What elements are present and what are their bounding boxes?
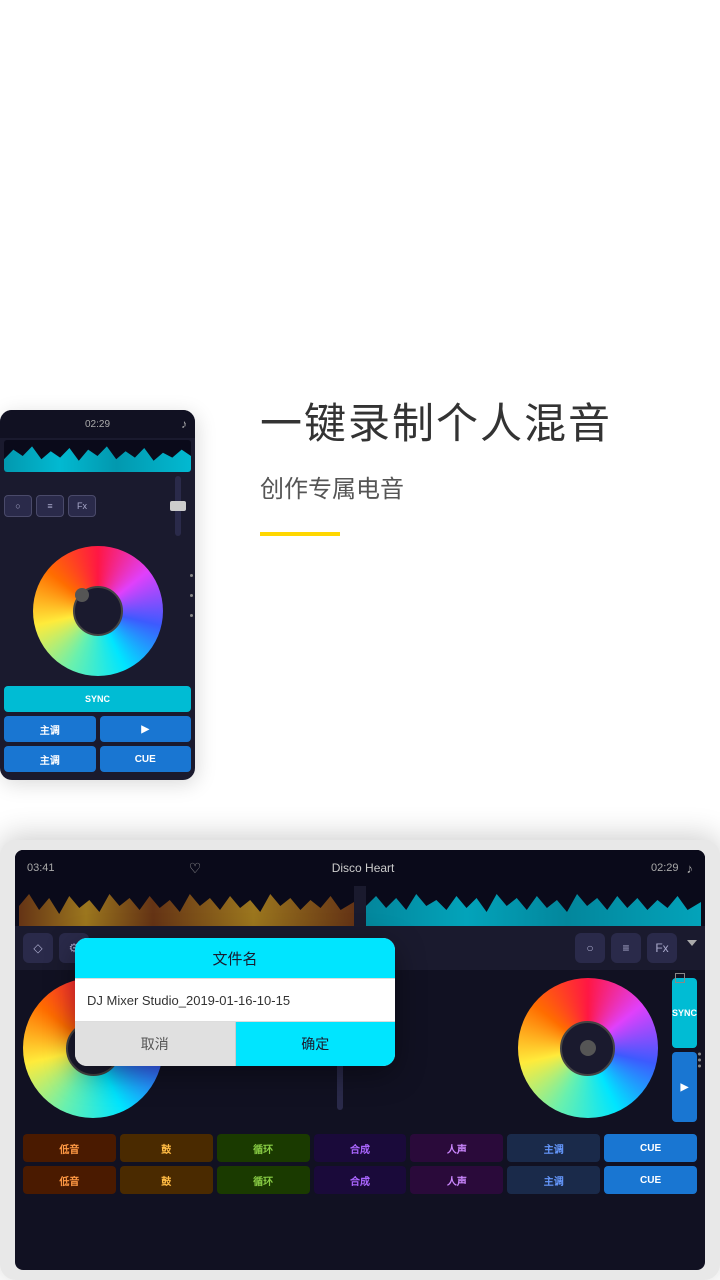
dialog-buttons: 取消 确定 bbox=[75, 1022, 395, 1066]
square-icon bbox=[675, 973, 685, 983]
dev1-slider-thumb bbox=[170, 501, 186, 511]
fx-btn-icon: Fx bbox=[655, 941, 668, 955]
dev2-circle-btn[interactable]: ○ bbox=[575, 933, 605, 963]
dev2-sync-btn[interactable]: SYNC bbox=[672, 978, 697, 1048]
dev1-ctrl-btn-eq[interactable]: ≡ bbox=[36, 495, 64, 517]
dev1-turntable[interactable] bbox=[33, 546, 163, 676]
dev1-waveform-inner bbox=[4, 440, 191, 472]
dev2-drum-btn-1[interactable]: 鼓 bbox=[120, 1134, 213, 1162]
dialog-confirm-btn[interactable]: 确定 bbox=[236, 1022, 396, 1066]
dev2-right-turntable-center bbox=[580, 1040, 596, 1056]
dev2-right-turntable-inner bbox=[560, 1021, 615, 1076]
dev2-bass-btn-1[interactable]: 低音 bbox=[23, 1134, 116, 1162]
dev2-vocal-btn-2[interactable]: 人声 bbox=[410, 1166, 503, 1194]
dev2-btn-row-2: 低音 鼓 循环 合成 人声 主调 CUE bbox=[23, 1166, 697, 1194]
dev2-drum-btn-2[interactable]: 鼓 bbox=[120, 1166, 213, 1194]
dev2-waveforms bbox=[15, 886, 705, 926]
dev2-side-handle bbox=[698, 1053, 701, 1068]
dev2-track-name: Disco Heart bbox=[209, 861, 516, 875]
dev1-ctrl-btn-fx[interactable]: Fx bbox=[68, 495, 96, 517]
eq-btn-icon: ≡ bbox=[622, 941, 629, 955]
dev2-right-turntable[interactable] bbox=[518, 978, 658, 1118]
dev2-right-icons: ○ ≡ Fx bbox=[575, 933, 697, 963]
dev2-key-btn-1[interactable]: 主调 bbox=[507, 1134, 600, 1162]
eq-icon: ≡ bbox=[47, 501, 52, 511]
dev2-cue-btn-2[interactable]: CUE bbox=[604, 1166, 697, 1194]
dev1-btns: SYNC 主调 ▶ 主调 CUE bbox=[0, 684, 195, 778]
dev1-slider-track bbox=[175, 476, 181, 536]
dev2-waveform-left bbox=[19, 886, 354, 926]
dev2-eq-btn[interactable]: ≡ bbox=[611, 933, 641, 963]
dev1-cue-btn[interactable]: CUE bbox=[100, 746, 192, 772]
dev2-loop-btn-2[interactable]: 循环 bbox=[217, 1166, 310, 1194]
dev1-topbar: 02:29 ♪ bbox=[0, 410, 195, 438]
dev2-play-btn[interactable]: ▶ bbox=[672, 1052, 697, 1122]
dev2-bottom-btns: 低音 鼓 循环 合成 人声 主调 CUE 低音 鼓 循环 合成 人声 主调 CU… bbox=[15, 1130, 705, 1202]
dev1-btn-row-2: 主调 ▶ bbox=[4, 716, 191, 742]
top-section: 一键录制个人混音 创作专属电音 02:29 ♪ ○ ≡ bbox=[0, 0, 720, 820]
dev2-vocal-btn-1[interactable]: 人声 bbox=[410, 1134, 503, 1162]
dev2-cue-btn-1[interactable]: CUE bbox=[604, 1134, 697, 1162]
dev2-note-icon: ♪ bbox=[687, 861, 694, 876]
dev1-key2-btn[interactable]: 主调 bbox=[4, 746, 96, 772]
dev1-btn-row-1: SYNC bbox=[4, 686, 191, 712]
dev1-right-handle bbox=[187, 565, 195, 625]
dev1-btn-row-3: 主调 CUE bbox=[4, 746, 191, 772]
dev1-time: 02:29 bbox=[85, 419, 110, 430]
dev1-sync-btn[interactable]: SYNC bbox=[4, 686, 191, 712]
dev2-chevron-down bbox=[687, 933, 697, 963]
dev1-waveform bbox=[4, 440, 191, 472]
dev1-ctrl-btn-circle[interactable]: ○ bbox=[4, 495, 32, 517]
dev2-time-left: 03:41 bbox=[27, 862, 181, 874]
subtitle: 创作专属电音 bbox=[260, 469, 612, 504]
dialog-input[interactable]: DJ Mixer Studio_2019-01-16-10-15 bbox=[75, 978, 395, 1022]
save-dialog: 文件名 DJ Mixer Studio_2019-01-16-10-15 取消 … bbox=[75, 938, 395, 1066]
dev1-pitch-slider[interactable] bbox=[175, 476, 181, 536]
device-1-screen: 02:29 ♪ ○ ≡ Fx bbox=[0, 410, 195, 780]
dialog-input-text: DJ Mixer Studio_2019-01-16-10-15 bbox=[87, 993, 290, 1008]
dev2-bass-btn-2[interactable]: 低音 bbox=[23, 1166, 116, 1194]
dev2-synth-btn-2[interactable]: 合成 bbox=[314, 1166, 407, 1194]
dev2-loop-btn-1[interactable]: 循环 bbox=[217, 1134, 310, 1162]
dev2-key-btn-2[interactable]: 主调 bbox=[507, 1166, 600, 1194]
dev2-diamond-btn[interactable]: ◇ bbox=[23, 933, 53, 963]
circle-icon: ○ bbox=[15, 501, 20, 511]
dev2-topbar: 03:41 ♡ Disco Heart 02:29 ♪ bbox=[15, 850, 705, 886]
dev1-turntable-inner bbox=[73, 586, 123, 636]
dialog-title: 文件名 bbox=[75, 938, 395, 978]
circle-btn-icon: ○ bbox=[586, 941, 593, 955]
dev2-heart-icon: ♡ bbox=[189, 860, 202, 877]
dev2-time-right: 02:29 bbox=[525, 862, 679, 874]
device-2-screen: 03:41 ♡ Disco Heart 02:29 ♪ ◇ ⚙ bbox=[15, 850, 705, 1270]
diamond-icon: ◇ bbox=[33, 941, 42, 955]
dev2-waveform-right bbox=[366, 886, 701, 926]
dev1-note-icon: ♪ bbox=[181, 417, 187, 431]
dev2-synth-btn-1[interactable]: 合成 bbox=[314, 1134, 407, 1162]
headline: 一键录制个人混音 bbox=[260, 390, 612, 451]
dev1-controls: ○ ≡ Fx bbox=[0, 474, 195, 538]
top-text-area: 一键录制个人混音 创作专属电音 bbox=[260, 390, 612, 536]
bottom-section: 03:41 ♡ Disco Heart 02:29 ♪ ◇ ⚙ bbox=[0, 830, 720, 1280]
fx-icon: Fx bbox=[77, 501, 87, 511]
dev2-square-btn[interactable] bbox=[675, 970, 685, 988]
dev1-key1-btn[interactable]: 主调 bbox=[4, 716, 96, 742]
dev2-btn-row-1: 低音 鼓 循环 合成 人声 主调 CUE bbox=[23, 1134, 697, 1162]
yellow-divider bbox=[260, 532, 340, 536]
dev1-turntable-center bbox=[75, 588, 89, 602]
device-2-tablet: 03:41 ♡ Disco Heart 02:29 ♪ ◇ ⚙ bbox=[0, 840, 720, 1280]
device-1-tablet: 02:29 ♪ ○ ≡ Fx bbox=[0, 410, 195, 780]
dev1-play-btn[interactable]: ▶ bbox=[100, 716, 192, 742]
dialog-cancel-btn[interactable]: 取消 bbox=[75, 1022, 236, 1066]
dev2-fx-btn[interactable]: Fx bbox=[647, 933, 677, 963]
